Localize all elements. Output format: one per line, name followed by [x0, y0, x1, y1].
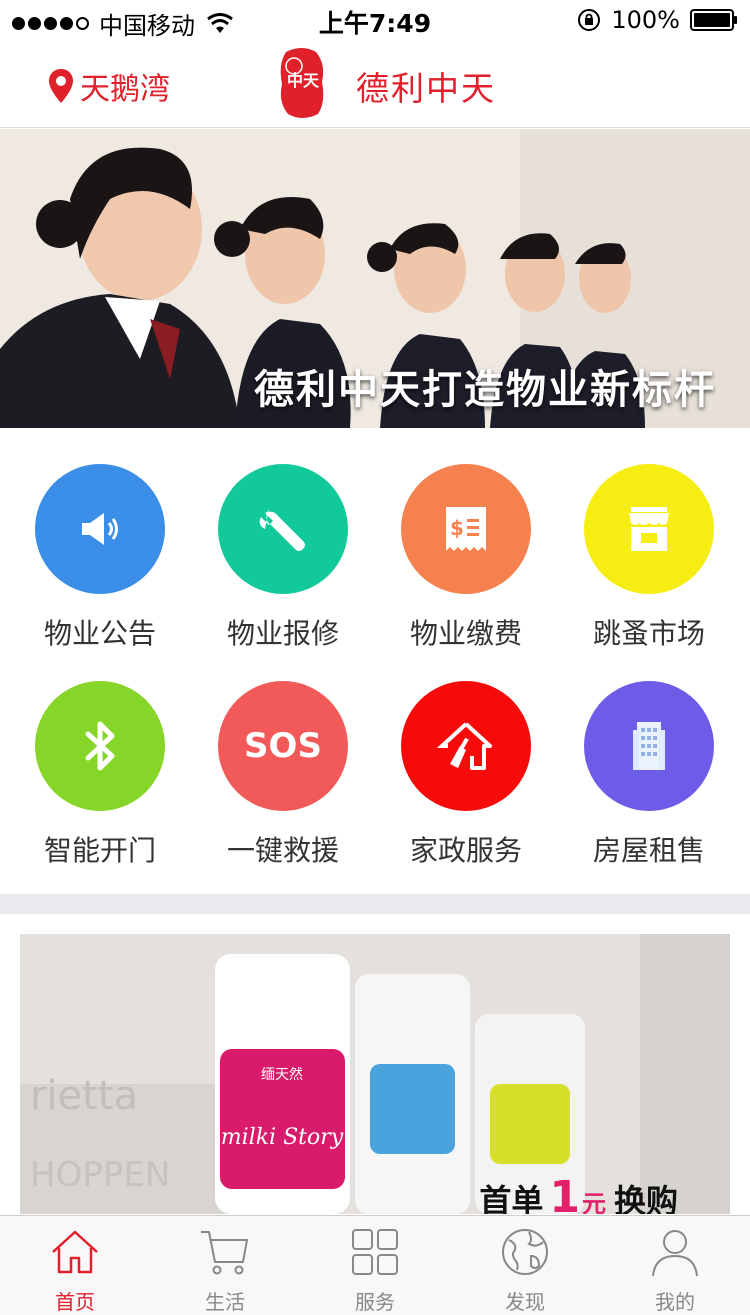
location-selector[interactable]: 天鹅湾	[48, 64, 170, 108]
brand-name: 德利中天	[356, 69, 496, 108]
bottom-tab-bar: 首页 生活 服务 发现 我的	[0, 1215, 750, 1315]
tab-label: 发现	[505, 1290, 545, 1314]
status-right: 100%	[577, 6, 738, 34]
service-announcement[interactable]: 物业公告	[9, 464, 191, 652]
promo-ad[interactable]: rietta HOPPEN 缅天然 milki Story 首单 1 元 换购	[20, 934, 730, 1214]
building-icon	[584, 681, 714, 811]
wrench-icon	[218, 464, 348, 594]
tab-label: 生活	[205, 1290, 245, 1314]
globe-icon	[502, 1229, 548, 1275]
bluetooth-icon	[35, 681, 165, 811]
home-icon	[52, 1230, 98, 1274]
svg-text:milki Story: milki Story	[221, 1125, 344, 1150]
banner-caption: 德利中天打造物业新标杆	[254, 367, 716, 413]
location-pin-icon	[49, 69, 73, 103]
services-grid: 物业公告 物业报修 $ 物业缴费 跳蚤市场 智能开门 SOS 一键救援 家政服务…	[0, 428, 750, 894]
status-bar: 中国移动 上午7:49 100%	[0, 0, 750, 40]
sos-icon: SOS	[218, 681, 348, 811]
svg-text:HOPPEN: HOPPEN	[30, 1155, 170, 1195]
battery-icon	[690, 9, 737, 31]
rotation-lock-icon	[578, 9, 601, 31]
tab-label: 服务	[355, 1290, 395, 1314]
svg-text:中天: 中天	[287, 71, 320, 90]
service-label: 跳蚤市场	[592, 617, 705, 650]
tab-home[interactable]: 首页	[0, 1216, 150, 1315]
tab-life[interactable]: 生活	[150, 1216, 300, 1315]
tab-label: 我的	[655, 1290, 695, 1314]
battery-percent: 100%	[611, 6, 680, 34]
cart-icon	[201, 1231, 248, 1275]
service-payment[interactable]: $ 物业缴费	[375, 464, 557, 652]
service-repair[interactable]: 物业报修	[192, 464, 374, 652]
service-smart-door[interactable]: 智能开门	[9, 681, 191, 869]
service-sos[interactable]: SOS 一键救援	[192, 681, 374, 869]
hero-banner[interactable]: 德利中天打造物业新标杆	[0, 129, 750, 428]
promo-prefix: 首单	[479, 1182, 544, 1214]
promo-number: 1	[549, 1172, 580, 1214]
service-label: 一键救援	[226, 834, 339, 867]
location-label: 天鹅湾	[80, 72, 170, 107]
service-label: 房屋租售	[592, 834, 705, 867]
tab-service[interactable]: 服务	[300, 1216, 450, 1315]
svg-text:$: $	[450, 516, 464, 540]
service-rental[interactable]: 房屋租售	[558, 681, 740, 869]
tab-label: 首页	[55, 1290, 95, 1314]
service-flea-market[interactable]: 跳蚤市场	[558, 464, 740, 652]
tab-mine[interactable]: 我的	[600, 1216, 750, 1315]
promo-suffix: 换购	[613, 1182, 678, 1214]
service-label: 智能开门	[43, 834, 156, 867]
service-label: 物业缴费	[409, 617, 522, 650]
service-label: 物业公告	[43, 617, 156, 650]
svg-text:rietta: rietta	[30, 1073, 138, 1119]
user-icon	[652, 1230, 698, 1277]
svg-text:缅天然: 缅天然	[261, 1066, 303, 1083]
tab-discover[interactable]: 发现	[450, 1216, 600, 1315]
promo-text: 首单 1 元 换购	[479, 1172, 678, 1214]
service-label: 家政服务	[409, 834, 522, 867]
service-label: 物业报修	[226, 617, 339, 650]
service-housekeeping[interactable]: 家政服务	[375, 681, 557, 869]
brand-logo: 中天	[280, 48, 324, 118]
bill-icon: $	[401, 464, 531, 594]
shop-icon	[584, 464, 714, 594]
grid-icon	[352, 1229, 398, 1275]
house-broom-icon	[401, 681, 531, 811]
app-header: 天鹅湾 中天 德利中天	[0, 40, 750, 128]
promo-unit: 元	[581, 1190, 606, 1214]
megaphone-icon	[35, 464, 165, 594]
section-divider	[0, 894, 750, 914]
